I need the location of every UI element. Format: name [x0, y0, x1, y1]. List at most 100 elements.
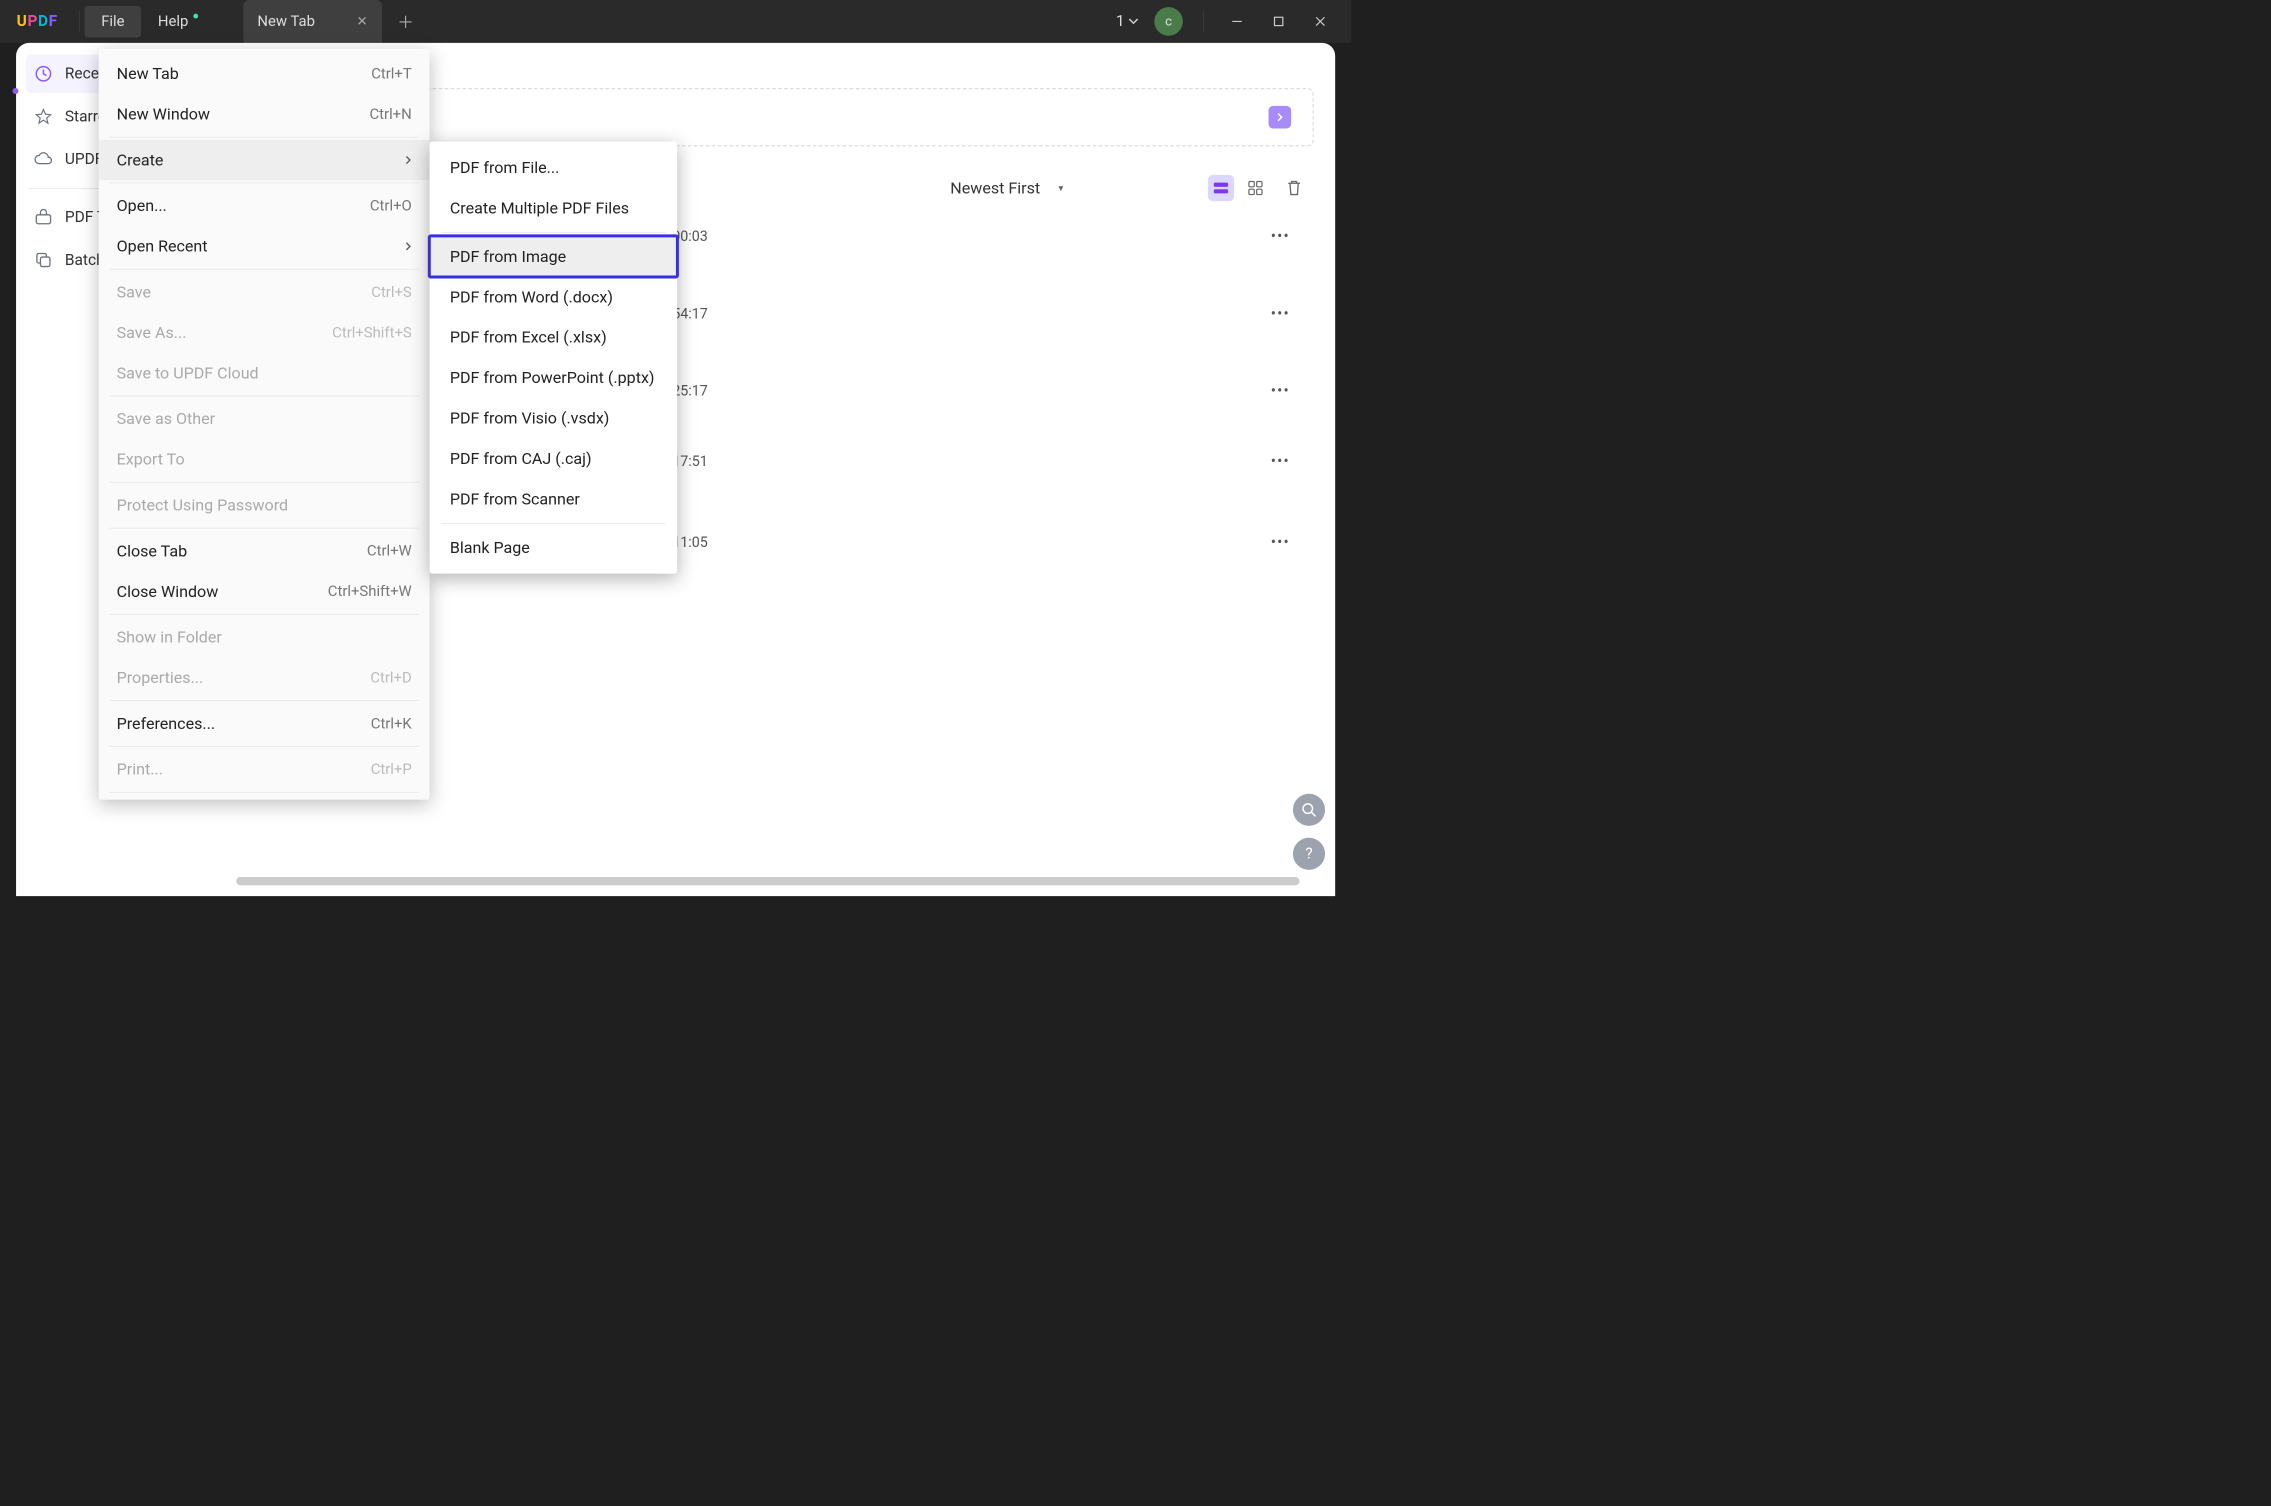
search-fab[interactable] [1293, 794, 1325, 826]
menu-help[interactable]: Help [141, 6, 214, 38]
menu-item-label: New Tab [117, 64, 179, 83]
menu-item-label: Create [117, 151, 164, 170]
close-icon[interactable]: ✕ [357, 14, 368, 29]
menu-item-label: Show in Folder [117, 628, 222, 647]
more-icon[interactable]: ••• [1271, 305, 1308, 323]
menu-item-new-window[interactable]: New Window Ctrl+N [99, 94, 430, 134]
menu-item-label: Protect Using Password [117, 496, 288, 515]
more-icon[interactable]: ••• [1271, 533, 1308, 551]
shortcut-label: Ctrl+K [371, 715, 412, 732]
sort-dropdown[interactable]: Newest First ▼ [950, 179, 1065, 198]
more-icon[interactable]: ••• [1271, 227, 1308, 245]
more-icon[interactable]: ••• [1271, 452, 1308, 470]
submenu-item-blank-page[interactable]: Blank Page [430, 527, 678, 567]
submenu-item-pdf-from-file[interactable]: PDF from File... [430, 148, 678, 188]
submenu-item-pdf-from-visio-vsdx[interactable]: PDF from Visio (.vsdx) [430, 398, 678, 438]
cloud-icon [33, 149, 54, 170]
notification-dot-icon [193, 14, 198, 19]
batch-icon [33, 249, 54, 270]
more-icon[interactable]: ••• [1271, 382, 1308, 400]
menu-item-save: SaveCtrl+S [99, 272, 430, 312]
menu-item-new-tab[interactable]: New TabCtrl+T [99, 54, 430, 94]
view-grid-button[interactable] [1242, 175, 1268, 201]
minimize-button[interactable] [1224, 8, 1250, 34]
menu-item-create[interactable]: Create [99, 140, 430, 180]
menu-item-save-as-other: Save as Other [99, 399, 430, 439]
menu-help-label: Help [158, 13, 188, 30]
chevron-right-icon [405, 155, 412, 166]
view-list-button[interactable] [1208, 175, 1234, 201]
menu-item-label: Preferences... [117, 714, 215, 733]
menu-item-label: Save As... [117, 323, 187, 342]
shortcut-label: Ctrl+Shift+S [332, 324, 412, 341]
menu-item-protect-using-password: Protect Using Password [99, 485, 430, 525]
trash-button[interactable] [1286, 179, 1301, 197]
menu-item-label: Save [117, 283, 151, 302]
toolbox-icon [33, 206, 54, 227]
file-menu: New TabCtrl+T New Window Ctrl+N Create Open.… [99, 49, 430, 800]
separator [109, 792, 418, 793]
submenu-item-create-multiple-pdf-files[interactable]: Create Multiple PDF Files [430, 188, 678, 228]
separator [109, 614, 418, 615]
avatar[interactable]: c [1154, 7, 1183, 36]
menu-item-label: Save to UPDF Cloud [117, 364, 259, 383]
menu-item-label: Export To [117, 450, 185, 469]
close-button[interactable] [1307, 8, 1333, 34]
separator [109, 269, 418, 270]
separator [109, 746, 418, 747]
shortcut-label: Ctrl+Shift+W [328, 583, 412, 600]
triangle-down-icon: ▼ [1057, 183, 1065, 193]
menu-item-label: New Window [117, 105, 210, 124]
create-submenu: PDF from File...Create Multiple PDF File… [430, 142, 678, 574]
shortcut-label: Ctrl+D [370, 669, 411, 686]
clock-icon [33, 63, 54, 84]
menu-item-close-window[interactable]: Close Window Ctrl+Shift+W [99, 571, 430, 611]
separator [1203, 11, 1204, 32]
menu-item-save-as: Save As... Ctrl+Shift+S [99, 312, 430, 352]
chevron-right-icon[interactable] [1269, 106, 1292, 129]
menu-item-open-recent[interactable]: Open Recent [99, 226, 430, 266]
separator [109, 183, 418, 184]
menu-item-close-tab[interactable]: Close Tab Ctrl+W [99, 531, 430, 571]
tab[interactable]: New Tab ✕ [243, 0, 382, 43]
titlebar: UPDF File Help New Tab ✕ ＋ 1 c [0, 0, 1351, 43]
chevron-right-icon [405, 241, 412, 252]
app-logo: UPDF [0, 12, 74, 30]
menu-item-properties: Properties... Ctrl+D [99, 657, 430, 697]
sort-label: Newest First [950, 179, 1040, 198]
separator [441, 523, 665, 524]
separator [109, 137, 418, 138]
menu-item-label: Save as Other [117, 409, 215, 428]
chevron-down-icon [1128, 18, 1139, 25]
menu-item-label: Print... [117, 760, 163, 779]
submenu-item-pdf-from-excel-xlsx[interactable]: PDF from Excel (.xlsx) [430, 317, 678, 357]
tab-title: New Tab [257, 13, 315, 30]
window-count[interactable]: 1 [1116, 12, 1139, 30]
submenu-item-pdf-from-powerpoint-pptx[interactable]: PDF from PowerPoint (.pptx) [430, 358, 678, 398]
separator [109, 528, 418, 529]
submenu-item-pdf-from-word-docx[interactable]: PDF from Word (.docx) [430, 277, 678, 317]
menu-item-label: Close Window [117, 582, 219, 601]
horizontal-scrollbar[interactable] [236, 877, 1299, 885]
menu-item-label: Properties... [117, 668, 204, 687]
separator [441, 232, 665, 233]
shortcut-label: Ctrl+P [371, 761, 412, 778]
help-fab[interactable]: ? [1293, 838, 1325, 870]
submenu-item-pdf-from-scanner[interactable]: PDF from Scanner [430, 479, 678, 519]
separator [79, 11, 80, 32]
add-tab-button[interactable]: ＋ [397, 10, 414, 34]
shortcut-label: Ctrl+O [370, 197, 412, 214]
separator [109, 700, 418, 701]
menu-item-label: Open... [117, 196, 167, 215]
menu-item-preferences[interactable]: Preferences... Ctrl+K [99, 703, 430, 743]
submenu-item-pdf-from-image[interactable]: PDF from Image [430, 236, 678, 276]
menu-item-label: Open Recent [117, 237, 208, 256]
menu-item-open[interactable]: Open... Ctrl+O [99, 186, 430, 226]
shortcut-label: Ctrl+W [367, 542, 412, 559]
submenu-item-pdf-from-caj-caj[interactable]: PDF from CAJ (.caj) [430, 439, 678, 479]
maximize-button[interactable] [1266, 8, 1292, 34]
shortcut-label: Ctrl+N [369, 106, 411, 123]
menu-file[interactable]: File [85, 6, 142, 38]
menu-item-label: Close Tab [117, 541, 187, 560]
menu-item-save-to-updf-cloud: Save to UPDF Cloud [99, 353, 430, 393]
